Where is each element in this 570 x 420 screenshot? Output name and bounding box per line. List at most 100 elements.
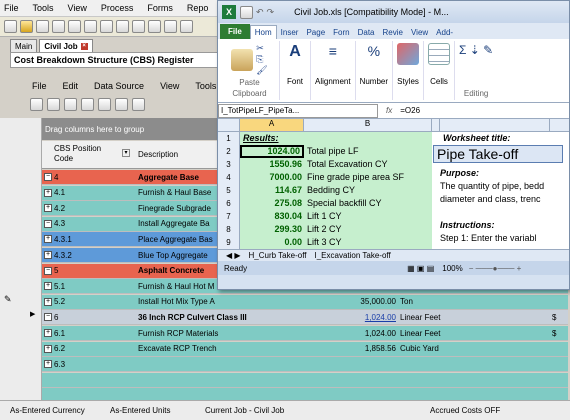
column-cbs-code[interactable]: CBS Position Code xyxy=(54,144,114,164)
save-icon[interactable] xyxy=(36,20,49,33)
expand-icon[interactable]: − xyxy=(44,266,52,275)
result-value-cell[interactable]: 0.00 xyxy=(240,236,304,249)
menu-edit[interactable]: Edit xyxy=(63,81,79,91)
result-value-cell[interactable]: 114.67 xyxy=(240,184,304,197)
expand-icon[interactable]: + xyxy=(44,297,52,306)
redo-icon[interactable]: ↷ xyxy=(267,7,275,18)
paste-icon[interactable] xyxy=(231,48,254,71)
column-d-header[interactable] xyxy=(440,119,550,131)
menu-data-source[interactable]: Data Source xyxy=(94,81,144,91)
sheet-tab-excavation[interactable]: I_Excavation Take-off xyxy=(315,251,391,260)
font-label[interactable]: Font xyxy=(287,77,303,86)
expand-icon[interactable]: + xyxy=(44,282,52,291)
save-icon[interactable] xyxy=(240,5,253,19)
result-label-cell[interactable]: Lift 1 CY xyxy=(304,210,432,223)
paste-icon[interactable] xyxy=(100,20,113,33)
table-icon[interactable] xyxy=(164,20,177,33)
undo-icon[interactable] xyxy=(116,20,129,33)
zoom-level[interactable]: 100% xyxy=(442,264,462,273)
alignment-group[interactable]: ≡ Alignment xyxy=(311,41,356,100)
styles-label[interactable]: Styles xyxy=(397,77,419,86)
row-number[interactable]: 8 xyxy=(218,223,240,236)
expand-icon[interactable]: + xyxy=(44,188,52,197)
worksheet-title-cell[interactable]: Pipe Take-off xyxy=(433,145,563,163)
tab-civil-job[interactable]: Civil Job × xyxy=(39,39,93,52)
result-label-cell[interactable]: Total Excavation CY xyxy=(304,158,432,171)
new-icon[interactable] xyxy=(4,20,17,33)
indent-icon[interactable] xyxy=(64,97,77,111)
sheet-nav-icon[interactable]: ◀ ▶ xyxy=(226,251,241,260)
expand-icon[interactable]: + xyxy=(44,360,52,369)
styles-group[interactable]: Styles xyxy=(393,41,425,100)
ribbon-tab-file[interactable]: File xyxy=(220,24,250,39)
outdent-icon[interactable] xyxy=(81,97,94,111)
menu-view[interactable]: View xyxy=(68,3,87,13)
menu-file[interactable]: File xyxy=(4,3,19,13)
ribbon-tab-insert[interactable]: Inser xyxy=(277,26,303,39)
add-row-icon[interactable] xyxy=(30,97,43,111)
ribbon-tab-data[interactable]: Data xyxy=(354,26,379,39)
table-row[interactable]: +6.1 Furnish RCP Materials 1,024.00 Linear … xyxy=(42,326,568,341)
font-group[interactable]: A Font xyxy=(280,41,311,100)
alignment-label[interactable]: Alignment xyxy=(315,77,351,86)
result-value-cell[interactable]: 275.08 xyxy=(240,197,304,210)
row-number[interactable]: 5 xyxy=(218,184,240,197)
cells-group[interactable]: Cells xyxy=(424,41,456,100)
copy-icon[interactable] xyxy=(84,20,97,33)
group-by-area[interactable]: Drag columns here to group xyxy=(42,118,230,140)
worksheet-grid[interactable]: 1 Results: Worksheet title: 2 1024.00 Tota… xyxy=(218,132,569,249)
ribbon-tab-page[interactable]: Page xyxy=(302,26,329,39)
result-label-cell[interactable]: Special backfill CY xyxy=(304,197,432,210)
result-value-cell[interactable]: 7000.00 xyxy=(240,171,304,184)
menu-tools[interactable]: Tools xyxy=(195,81,216,91)
expand-icon[interactable]: + xyxy=(44,251,52,259)
formula-input[interactable]: =O26 xyxy=(400,106,420,115)
row-number[interactable]: 2 xyxy=(218,145,240,158)
refresh-icon[interactable] xyxy=(98,97,111,111)
chevron-down-icon[interactable]: ▾ xyxy=(122,149,130,157)
cells-label[interactable]: Cells xyxy=(430,77,448,86)
menu-view[interactable]: View xyxy=(160,81,179,91)
cut-icon[interactable] xyxy=(68,20,81,33)
table-row[interactable]: −6 36 Inch RCP Culvert Class III 1,024.00 L… xyxy=(42,310,568,326)
ribbon-tab-home[interactable]: Hom xyxy=(249,25,277,39)
export-icon[interactable] xyxy=(132,97,145,111)
redo-icon[interactable] xyxy=(132,20,145,33)
ribbon-tab-review[interactable]: Revie xyxy=(379,26,407,39)
result-label-cell[interactable]: Lift 3 CY xyxy=(304,236,432,249)
result-value-cell[interactable]: 1024.00 xyxy=(240,145,304,158)
result-label-cell[interactable]: Bedding CY xyxy=(304,184,432,197)
status-units[interactable]: As-Entered Units xyxy=(100,406,195,415)
expand-icon[interactable]: + xyxy=(44,235,52,244)
cells-icon[interactable] xyxy=(428,43,451,65)
tab-main[interactable]: Main xyxy=(10,39,38,52)
column-c-header[interactable] xyxy=(432,119,440,131)
cell[interactable] xyxy=(304,132,432,145)
expand-icon[interactable]: + xyxy=(44,329,52,337)
number-group[interactable]: % Number xyxy=(356,41,394,100)
number-label[interactable]: Number xyxy=(360,77,388,86)
menu-reports[interactable]: Repo xyxy=(187,3,209,13)
sheet-tab-curb[interactable]: H_Curb Take-off xyxy=(249,251,307,260)
result-value-cell[interactable]: 830.04 xyxy=(240,210,304,223)
expand-icon[interactable]: − xyxy=(44,173,52,181)
ribbon-tab-addins[interactable]: Add- xyxy=(432,26,457,39)
name-box[interactable]: I_TotPipeLF_PipeTa... xyxy=(218,103,378,118)
menu-tools[interactable]: Tools xyxy=(33,3,54,13)
status-currency[interactable]: As-Entered Currency xyxy=(0,406,100,415)
print-icon[interactable] xyxy=(52,20,65,33)
column-a-header[interactable]: A xyxy=(240,119,304,131)
filter-icon[interactable] xyxy=(115,97,128,111)
paste-label[interactable]: Paste xyxy=(239,78,259,87)
close-icon[interactable]: × xyxy=(80,42,88,50)
result-label-cell[interactable]: Total pipe LF xyxy=(304,145,432,158)
view-icons[interactable]: ▦ ▣ ▤ xyxy=(407,264,434,273)
fx-icon[interactable]: fx xyxy=(386,106,392,115)
chart-icon[interactable] xyxy=(148,20,161,33)
table-row[interactable]: +6.3 xyxy=(42,357,568,373)
row-number[interactable]: 4 xyxy=(218,171,240,184)
expand-icon[interactable]: + xyxy=(44,344,52,353)
grid-icon[interactable] xyxy=(180,20,193,33)
result-value-cell[interactable]: 1550.96 xyxy=(240,158,304,171)
ribbon-tab-formulas[interactable]: Forn xyxy=(329,26,353,39)
